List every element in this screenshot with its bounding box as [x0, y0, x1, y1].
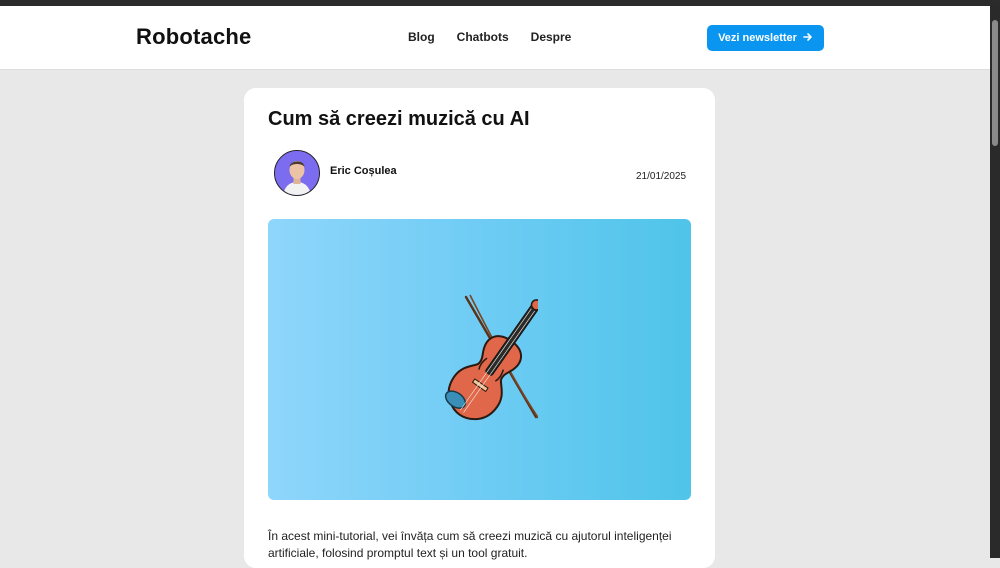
newsletter-button-label: Vezi newsletter	[718, 32, 797, 44]
page-scrollbar[interactable]	[990, 6, 1000, 558]
site-header: Robotache Blog Chatbots Despre Vezi news…	[0, 6, 990, 70]
newsletter-button[interactable]: Vezi newsletter	[707, 25, 824, 51]
hero-image	[268, 219, 691, 500]
author-avatar	[274, 150, 320, 196]
publish-date: 21/01/2025	[636, 171, 687, 182]
nav-item-despre[interactable]: Despre	[531, 30, 572, 44]
author-name[interactable]: Eric Coșulea	[330, 165, 397, 177]
main-nav: Blog Chatbots Despre	[408, 30, 571, 44]
article-intro: În acest mini-tutorial, vei învăța cum s…	[268, 529, 672, 560]
scrollbar-thumb[interactable]	[992, 20, 998, 146]
violin-icon	[444, 294, 538, 421]
nav-item-blog[interactable]: Blog	[408, 30, 435, 44]
article-card: Cum să creezi muzică cu AI Eric Coșulea …	[244, 88, 715, 568]
nav-item-chatbots[interactable]: Chatbots	[457, 30, 509, 44]
article-title: Cum să creezi muzică cu AI	[268, 108, 530, 130]
arrow-right-icon	[803, 32, 813, 45]
site-logo[interactable]: Robotache	[136, 24, 251, 50]
